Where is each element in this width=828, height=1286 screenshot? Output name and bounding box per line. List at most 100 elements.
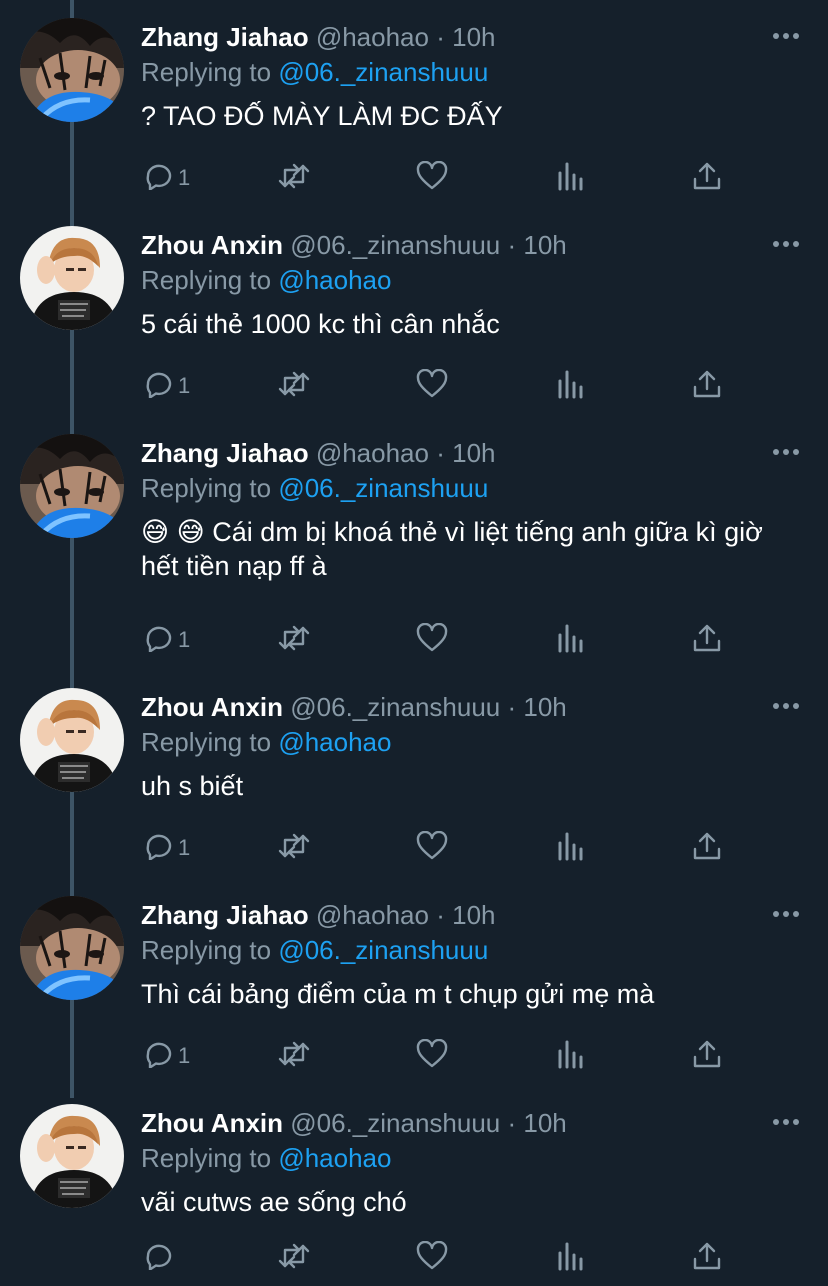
user-handle[interactable]: @06._zinanshuuu bbox=[290, 230, 500, 260]
analytics-button[interactable] bbox=[557, 620, 585, 660]
more-icon[interactable] bbox=[772, 694, 800, 718]
analytics-icon bbox=[557, 369, 585, 404]
share-button[interactable] bbox=[692, 1036, 722, 1076]
tweet[interactable]: Zhou Anxin @06._zinanshuuu · 10h Replyin… bbox=[0, 670, 828, 878]
replying-to-label: Replying to bbox=[141, 1143, 272, 1173]
timestamp[interactable]: 10h bbox=[523, 1108, 566, 1138]
replying-to-mention[interactable]: @haohao bbox=[278, 727, 391, 757]
retweet-button[interactable] bbox=[277, 620, 311, 660]
analytics-icon bbox=[557, 1241, 585, 1276]
avatar[interactable] bbox=[20, 434, 124, 538]
more-icon[interactable] bbox=[772, 440, 800, 464]
retweet-button[interactable] bbox=[277, 1036, 311, 1076]
avatar[interactable] bbox=[20, 1104, 124, 1208]
tweet[interactable]: Zhou Anxin @06._zinanshuuu · 10h Replyin… bbox=[0, 1086, 828, 1286]
retweet-button[interactable] bbox=[277, 366, 311, 406]
avatar[interactable] bbox=[20, 18, 124, 122]
like-button[interactable] bbox=[416, 366, 448, 406]
display-name[interactable]: Zhou Anxin bbox=[141, 1108, 283, 1138]
separator-dot: · bbox=[436, 22, 445, 52]
reply-count: 1 bbox=[178, 835, 191, 860]
more-icon[interactable] bbox=[772, 902, 800, 926]
reply-button[interactable]: 1 bbox=[142, 1036, 190, 1076]
replying-to-line: Replying to @haohao bbox=[141, 1141, 391, 1175]
timestamp[interactable]: 10h bbox=[452, 438, 495, 468]
more-icon[interactable] bbox=[772, 1110, 800, 1134]
display-name[interactable]: Zhang Jiahao bbox=[141, 22, 309, 52]
display-name[interactable]: Zhang Jiahao bbox=[141, 900, 309, 930]
share-icon bbox=[692, 161, 722, 196]
reply-button[interactable]: 1 bbox=[142, 620, 190, 660]
like-button[interactable] bbox=[416, 158, 448, 198]
retweet-button[interactable] bbox=[277, 158, 311, 198]
replying-to-mention[interactable]: @06._zinanshuuu bbox=[278, 473, 488, 503]
timestamp[interactable]: 10h bbox=[523, 692, 566, 722]
tweet-header: Zhou Anxin @06._zinanshuuu · 10h bbox=[141, 228, 567, 262]
replying-to-label: Replying to bbox=[141, 935, 272, 965]
heart-icon bbox=[416, 160, 448, 196]
reply-icon bbox=[142, 1242, 172, 1275]
user-handle[interactable]: @haohao bbox=[316, 900, 429, 930]
share-icon bbox=[692, 623, 722, 658]
user-handle[interactable]: @haohao bbox=[316, 22, 429, 52]
replying-to-mention[interactable]: @haohao bbox=[278, 1143, 391, 1173]
tweet-text: 5 cái thẻ 1000 kc thì cân nhắc bbox=[141, 309, 500, 339]
replying-to-line: Replying to @06._zinanshuuu bbox=[141, 471, 488, 505]
analytics-button[interactable] bbox=[557, 158, 585, 198]
like-button[interactable] bbox=[416, 828, 448, 868]
replying-to-line: Replying to @06._zinanshuuu bbox=[141, 55, 488, 89]
retweet-icon bbox=[277, 162, 311, 195]
share-button[interactable] bbox=[692, 828, 722, 868]
more-icon[interactable] bbox=[772, 24, 800, 48]
user-handle[interactable]: @06._zinanshuuu bbox=[290, 1108, 500, 1138]
avatar[interactable] bbox=[20, 688, 124, 792]
user-handle[interactable]: @haohao bbox=[316, 438, 429, 468]
retweet-button[interactable] bbox=[277, 1238, 311, 1278]
avatar[interactable] bbox=[20, 896, 124, 1000]
reply-button[interactable]: 1 bbox=[142, 828, 190, 868]
timestamp[interactable]: 10h bbox=[452, 22, 495, 52]
tweet[interactable]: Zhang Jiahao @haohao · 10h Replying to @… bbox=[0, 878, 828, 1086]
replying-to-mention[interactable]: @06._zinanshuuu bbox=[278, 935, 488, 965]
retweet-icon bbox=[277, 624, 311, 657]
reply-count: 1 bbox=[178, 627, 191, 652]
share-button[interactable] bbox=[692, 366, 722, 406]
share-button[interactable] bbox=[692, 1238, 722, 1278]
replying-to-mention[interactable]: @haohao bbox=[278, 265, 391, 295]
analytics-icon bbox=[557, 161, 585, 196]
timestamp[interactable]: 10h bbox=[523, 230, 566, 260]
analytics-button[interactable] bbox=[557, 1238, 585, 1278]
like-button[interactable] bbox=[416, 1036, 448, 1076]
reply-button[interactable]: 1 bbox=[142, 366, 190, 406]
reply-button[interactable] bbox=[142, 1238, 178, 1278]
analytics-button[interactable] bbox=[557, 828, 585, 868]
tweet[interactable]: Zhang Jiahao @haohao · 10h Replying to @… bbox=[0, 0, 828, 208]
retweet-icon bbox=[277, 832, 311, 865]
more-icon[interactable] bbox=[772, 232, 800, 256]
display-name[interactable]: Zhang Jiahao bbox=[141, 438, 309, 468]
user-handle[interactable]: @06._zinanshuuu bbox=[290, 692, 500, 722]
replying-to-label: Replying to bbox=[141, 727, 272, 757]
display-name[interactable]: Zhou Anxin bbox=[141, 230, 283, 260]
separator-dot: · bbox=[507, 692, 517, 722]
reply-icon bbox=[142, 624, 172, 657]
tweet[interactable]: Zhang Jiahao @haohao · 10h Replying to @… bbox=[0, 416, 828, 653]
share-button[interactable] bbox=[692, 158, 722, 198]
tweet-header: Zhang Jiahao @haohao · 10h bbox=[141, 436, 496, 470]
reply-button[interactable]: 1 bbox=[142, 158, 190, 198]
replying-to-mention[interactable]: @06._zinanshuuu bbox=[278, 57, 488, 87]
timestamp[interactable]: 10h bbox=[452, 900, 495, 930]
retweet-icon bbox=[277, 1040, 311, 1073]
tweet[interactable]: Zhou Anxin @06._zinanshuuu · 10h Replyin… bbox=[0, 208, 828, 416]
like-button[interactable] bbox=[416, 620, 448, 660]
share-icon bbox=[692, 1039, 722, 1074]
reply-icon bbox=[142, 370, 172, 403]
replying-to-line: Replying to @06._zinanshuuu bbox=[141, 933, 488, 967]
share-button[interactable] bbox=[692, 620, 722, 660]
retweet-button[interactable] bbox=[277, 828, 311, 868]
like-button[interactable] bbox=[416, 1238, 448, 1278]
analytics-button[interactable] bbox=[557, 1036, 585, 1076]
display-name[interactable]: Zhou Anxin bbox=[141, 692, 283, 722]
avatar[interactable] bbox=[20, 226, 124, 330]
analytics-button[interactable] bbox=[557, 366, 585, 406]
